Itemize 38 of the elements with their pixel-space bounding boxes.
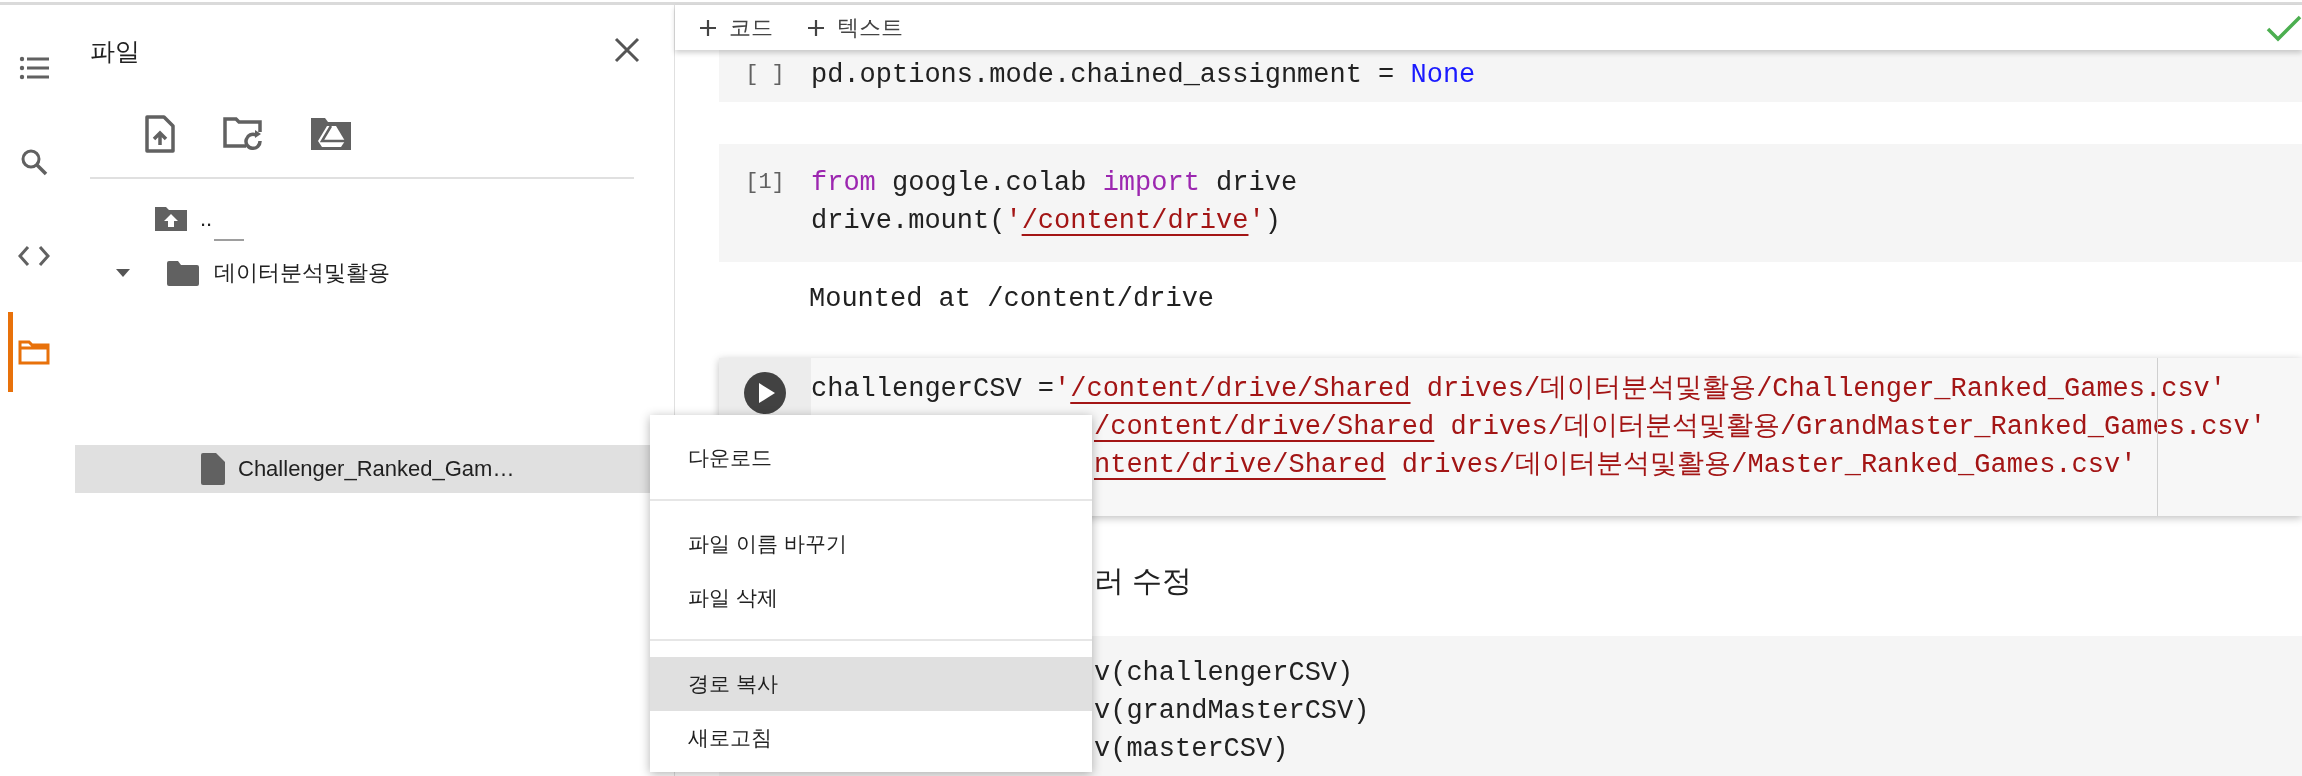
file-icon: [199, 452, 226, 486]
code-line: drive.mount('/content/drive'): [811, 205, 1282, 238]
code-line: ntent/drive/Shared drives/데이터분석및활용/Master_Ranked_Games.csv': [1093, 449, 2138, 482]
code-icon: [18, 245, 50, 267]
code-line: v(challengerCSV): [1093, 657, 1355, 690]
caret-icon: [116, 269, 130, 277]
add-cell-button[interactable]: 텍스트: [807, 12, 903, 43]
search-icon: [20, 148, 48, 176]
execution-count: [ ]: [745, 62, 785, 87]
section-heading: 러 수정: [1094, 562, 1193, 599]
cell-output: Mounted at /content/drive: [808, 283, 1216, 316]
code-cell[interactable]: [1] from google.colab import drive drive.mount('/content/drive'): [719, 144, 2302, 262]
add-cell-button[interactable]: 코드: [699, 12, 773, 43]
code-line: /content/drive/Shared drives/데이터분석및활용/GrandMaster_Ranked_Games.csv': [1093, 411, 2266, 444]
code-line: from google.colab import drive: [811, 167, 1298, 200]
check-icon: [2266, 13, 2302, 42]
folder-icon: [166, 259, 200, 287]
folder-up-icon: [154, 206, 188, 232]
code-line: challengerCSV ='/content/drive/Shared drives/데이터분석및활용/Challenger_Ranked_Games.csv': [811, 373, 2227, 406]
menu-item[interactable]: 파일 삭제: [650, 571, 1092, 625]
code-cell[interactable]: [ ] pd.options.mode.chained_assignment = None: [719, 50, 2302, 102]
folder-item[interactable]: 데이터분석및활용: [68, 251, 674, 295]
code-line: v(masterCSV): [1093, 733, 1290, 766]
menu-item[interactable]: 파일 이름 바꾸기: [650, 517, 1092, 571]
drive-folder-button[interactable]: [310, 117, 352, 151]
list-icon: [19, 56, 49, 80]
folder-icon: [18, 339, 50, 365]
plus-icon: [699, 18, 717, 37]
code-line: pd.options.mode.chained_assignment = None: [811, 59, 1476, 92]
plus-icon: [807, 18, 825, 37]
upload-button[interactable]: [144, 114, 176, 154]
parent-folder-item[interactable]: ..: [68, 197, 674, 241]
refresh-button[interactable]: [222, 116, 264, 152]
run-button[interactable]: [742, 370, 788, 416]
code-line: v(grandMasterCSV): [1093, 695, 1370, 728]
panel-title: 파일: [90, 35, 140, 67]
menu-item[interactable]: 경로 복사: [650, 657, 1092, 711]
execution-count: [1]: [745, 170, 785, 195]
